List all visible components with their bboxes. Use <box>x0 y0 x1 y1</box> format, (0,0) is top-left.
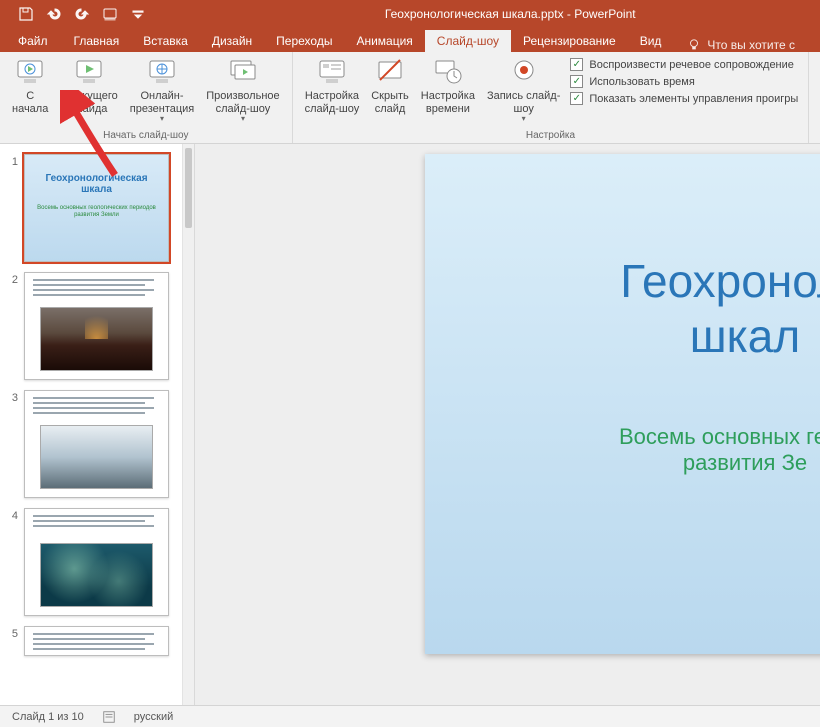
redo-button[interactable] <box>70 3 94 25</box>
thumb-slide-1[interactable]: Геохронологическая шкала Восемь основных… <box>24 154 169 262</box>
group-start-slideshow: С начала С текущего слайда Онлайн- презе… <box>0 52 293 143</box>
thumb-number: 4 <box>8 508 18 616</box>
tab-design[interactable]: Дизайн <box>200 30 264 52</box>
slide-subtitle[interactable]: Восемь основных геологразвития Зе <box>619 424 820 476</box>
tab-view[interactable]: Вид <box>628 30 674 52</box>
present-online-icon <box>146 56 178 88</box>
thumb-row-2: 2 <box>0 262 194 380</box>
thumb3-image <box>40 425 153 489</box>
thumb-row-4: 4 <box>0 498 194 616</box>
tab-animations[interactable]: Анимация <box>344 30 424 52</box>
language-indicator[interactable]: русский <box>134 711 173 723</box>
thumb-number: 3 <box>8 390 18 498</box>
record-slideshow-button[interactable]: Запись слайд- шоу ▾ <box>481 54 566 125</box>
checkbox-checked-icon: ✓ <box>570 75 583 88</box>
thumb-slide-3[interactable] <box>24 390 169 498</box>
chk-controls-label: Показать элементы управления проигры <box>589 93 798 105</box>
thumb-slide-5[interactable] <box>24 626 169 656</box>
slide-title[interactable]: Геохронолошкал <box>620 254 820 364</box>
from-current-button[interactable]: С текущего слайда <box>54 54 123 117</box>
setup-slideshow-button[interactable]: Настройка слайд-шоу <box>299 54 366 117</box>
chevron-down-icon: ▾ <box>160 114 164 123</box>
tell-me-label: Что вы хотите с <box>707 38 795 52</box>
rehearse-timings-button[interactable]: Настройка времени <box>415 54 481 117</box>
present-online-button[interactable]: Онлайн- презентация ▾ <box>124 54 201 125</box>
hide-slide-label: Скрыть слайд <box>371 90 409 115</box>
setup-checkboxes: ✓ Воспроизвести речевое сопровождение ✓ Ис… <box>566 54 802 105</box>
thumb-row-5: 5 <box>0 616 194 656</box>
current-slide[interactable]: Геохронолошкал Восемь основных геолограз… <box>425 154 820 654</box>
titlebar: Геохронологическая шкала.pptx - PowerPoi… <box>0 0 820 28</box>
setup-icon <box>316 56 348 88</box>
custom-slideshow-icon <box>227 56 259 88</box>
chk-show-controls[interactable]: ✓ Показать элементы управления проигры <box>570 92 798 105</box>
group-setup: Настройка слайд-шоу Скрыть слайд Настрой… <box>293 52 810 143</box>
save-button[interactable] <box>14 3 38 25</box>
rehearse-label: Настройка времени <box>421 90 475 115</box>
chk-play-narration[interactable]: ✓ Воспроизвести речевое сопровождение <box>570 58 798 71</box>
tab-slideshow[interactable]: Слайд-шоу <box>425 30 511 52</box>
from-beginning-button[interactable]: С начала <box>6 54 54 117</box>
thumb1-title: Геохронологическая шкала <box>25 173 168 195</box>
setup-label: Настройка слайд-шоу <box>305 90 360 115</box>
group-setup-label: Настройка <box>299 130 803 143</box>
thumb-number: 1 <box>8 154 18 262</box>
timer-icon <box>432 56 464 88</box>
tab-insert[interactable]: Вставка <box>131 30 200 52</box>
present-online-label: Онлайн- презентация <box>130 90 195 115</box>
checkbox-checked-icon: ✓ <box>570 58 583 71</box>
chk-use-timings[interactable]: ✓ Использовать время <box>570 75 798 88</box>
notes-icon[interactable] <box>102 710 116 724</box>
document-title: Геохронологическая шкала.pptx - PowerPoi… <box>385 7 636 21</box>
thumb2-image <box>40 307 153 371</box>
record-icon <box>508 56 540 88</box>
thumb1-subtitle: Восемь основных геологических периодов р… <box>35 205 158 219</box>
tab-home[interactable]: Главная <box>62 30 132 52</box>
from-current-label: С текущего слайда <box>60 90 117 115</box>
status-bar: Слайд 1 из 10 русский <box>0 705 820 727</box>
group-start-label: Начать слайд-шоу <box>6 130 286 143</box>
tab-review[interactable]: Рецензирование <box>511 30 628 52</box>
slide-editor[interactable]: Геохронолошкал Восемь основных геолограз… <box>195 144 820 705</box>
chevron-down-icon: ▾ <box>241 114 245 123</box>
custom-slideshow-label: Произвольное слайд-шоу <box>206 90 279 115</box>
quick-access-toolbar <box>0 0 150 28</box>
checkbox-checked-icon: ✓ <box>570 92 583 105</box>
custom-slideshow-button[interactable]: Произвольное слайд-шоу ▾ <box>200 54 285 125</box>
ribbon: С начала С текущего слайда Онлайн- презе… <box>0 52 820 144</box>
tell-me-search[interactable]: Что вы хотите с <box>687 38 795 52</box>
thumbnails-scrollbar[interactable] <box>182 144 194 705</box>
thumb-row-3: 3 <box>0 380 194 498</box>
workspace: 1 Геохронологическая шкала Восемь основн… <box>0 144 820 705</box>
hide-slide-button[interactable]: Скрыть слайд <box>365 54 415 117</box>
qat-customize-button[interactable] <box>126 3 150 25</box>
chk-narration-label: Воспроизвести речевое сопровождение <box>589 59 794 71</box>
lightbulb-icon <box>687 38 701 52</box>
thumb4-image <box>40 543 153 607</box>
thumb-number: 2 <box>8 272 18 380</box>
slide-thumbnails-panel: 1 Геохронологическая шкала Восемь основн… <box>0 144 195 705</box>
chk-timings-label: Использовать время <box>589 76 694 88</box>
undo-button[interactable] <box>42 3 66 25</box>
slide-counter[interactable]: Слайд 1 из 10 <box>12 711 84 723</box>
play-from-start-icon <box>14 56 46 88</box>
tab-file[interactable]: Файл <box>10 30 62 52</box>
ribbon-tabs: Файл Главная Вставка Дизайн Переходы Ани… <box>0 28 820 52</box>
thumb-number: 5 <box>8 626 18 656</box>
from-beginning-label: С начала <box>12 90 48 115</box>
tab-transitions[interactable]: Переходы <box>264 30 344 52</box>
play-from-current-icon <box>73 56 105 88</box>
thumb-slide-4[interactable] <box>24 508 169 616</box>
start-from-beginning-qat-button[interactable] <box>98 3 122 25</box>
thumb-row-1: 1 Геохронологическая шкала Восемь основн… <box>0 144 194 262</box>
thumb-slide-2[interactable] <box>24 272 169 380</box>
record-label: Запись слайд- шоу <box>487 90 560 115</box>
chevron-down-icon: ▾ <box>522 114 526 123</box>
hide-slide-icon <box>374 56 406 88</box>
